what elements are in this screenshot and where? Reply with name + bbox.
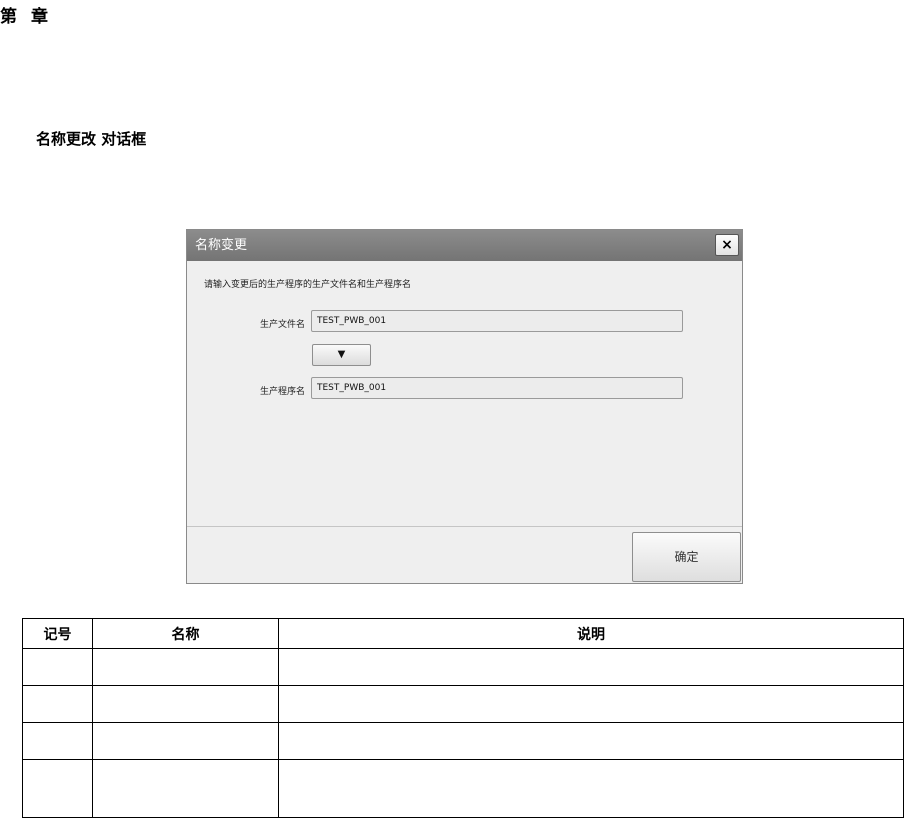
dialog-title: 名称变更 <box>195 238 248 253</box>
header-symbol: 记号 <box>22 618 93 649</box>
table-cell <box>92 722 279 760</box>
table-cell <box>278 685 904 723</box>
table-cell <box>278 759 904 818</box>
table-cell <box>22 722 93 760</box>
chapter-heading: 第章 <box>0 2 48 27</box>
table-cell <box>278 648 904 686</box>
chapter-suffix: 章 <box>31 7 48 27</box>
close-button[interactable]: × <box>715 234 739 256</box>
table-cell <box>278 722 904 760</box>
table-cell <box>22 685 93 723</box>
arrow-down-icon: ▼ <box>337 349 346 360</box>
chapter-prefix: 第 <box>0 7 17 27</box>
section-title: 名称更改 对话框 <box>36 130 147 148</box>
description-table: 记号 名称 说明 <box>22 618 904 818</box>
table-row <box>22 685 904 723</box>
table-cell <box>92 685 279 723</box>
header-description: 说明 <box>278 618 904 649</box>
production-file-input[interactable] <box>311 310 683 332</box>
table-cell <box>92 648 279 686</box>
production-program-label: 生产程序名 <box>259 387 305 397</box>
copy-down-button[interactable]: ▼ <box>312 344 371 366</box>
rename-dialog: 名称变更 × 请输入变更后的生产程序的生产文件名和生产程序名 生产文件名 ▼ 生… <box>186 229 743 584</box>
dialog-titlebar: 名称变更 × <box>187 230 742 261</box>
instruction-text: 请输入变更后的生产程序的生产文件名和生产程序名 <box>204 280 412 290</box>
ok-button-label: 确定 <box>674 550 699 564</box>
table-row <box>22 722 904 760</box>
table-row <box>22 648 904 686</box>
table-row <box>22 759 904 818</box>
production-program-input[interactable] <box>311 377 683 399</box>
dialog-separator <box>187 526 742 527</box>
table-header-row: 记号 名称 说明 <box>22 618 904 649</box>
table-cell <box>92 759 279 818</box>
close-icon: × <box>721 237 733 253</box>
ok-button[interactable]: 确定 <box>632 532 741 582</box>
table-cell <box>22 648 93 686</box>
production-file-label: 生产文件名 <box>259 320 305 330</box>
table-cell <box>22 759 93 818</box>
header-name: 名称 <box>92 618 279 649</box>
